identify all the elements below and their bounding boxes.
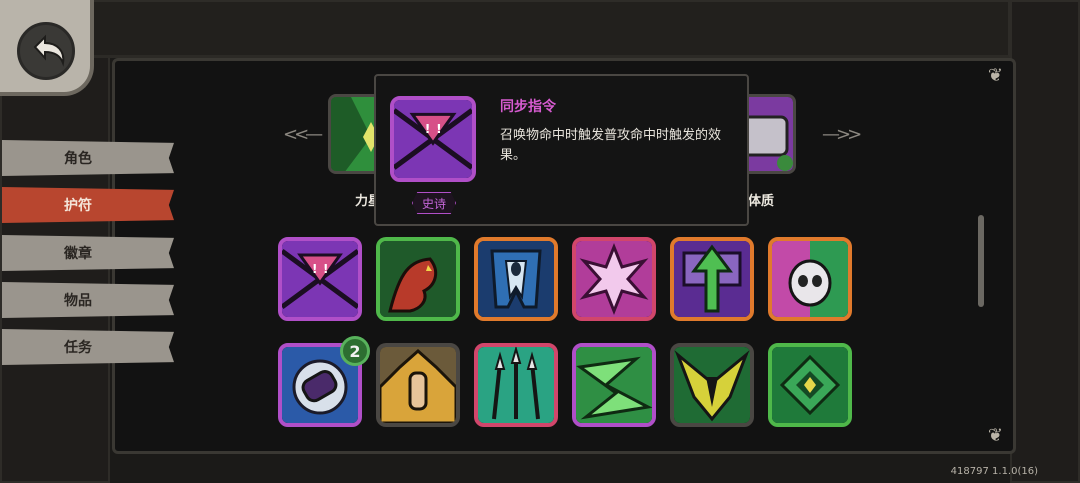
blue-tooth-charm[interactable] (474, 237, 558, 321)
background-right (1010, 0, 1080, 483)
sidebar-item-label: 徽章 (64, 246, 92, 262)
sync-command-charm[interactable]: !! (278, 237, 362, 321)
scrollbar[interactable] (978, 215, 984, 307)
corner-ornament-icon: ❦ (987, 425, 1003, 446)
diamond-charm[interactable] (768, 343, 852, 427)
top-row-label: 体质 (748, 194, 775, 209)
bullet-charm[interactable] (376, 343, 460, 427)
svg-text:!: ! (312, 262, 317, 276)
gold-dagger-charm[interactable] (670, 343, 754, 427)
green-lightning-charm[interactable] (572, 343, 656, 427)
red-beast-charm[interactable] (376, 237, 460, 321)
tooltip-description: 召唤物命中时触发普攻命中时触发的效果。 (500, 128, 722, 163)
scroll-left-arrow-icon[interactable]: <<— (283, 124, 323, 145)
sidebar-item-character[interactable]: 角色 (2, 140, 174, 176)
corner-ornament-icon: ❦ (987, 65, 1003, 86)
rarity-tag: 史诗 (412, 192, 456, 214)
spears-charm[interactable] (474, 343, 558, 427)
green-arrow-charm[interactable] (670, 237, 754, 321)
charm-tooltip: !! 同步指令 召唤物命中时触发普攻命中时触发的效果。 史诗 (374, 74, 749, 226)
sidebar-item-label: 护符 (64, 198, 92, 214)
sidebar-item-badge[interactable]: 徽章 (2, 235, 174, 271)
sidebar-item-label: 物品 (64, 293, 92, 309)
back-arrow-icon (17, 22, 75, 80)
sidebar-item-charm[interactable]: 护符 (2, 187, 174, 223)
sidebar-item-items[interactable]: 物品 (2, 282, 174, 318)
svg-text:!: ! (436, 122, 442, 136)
sidebar-item-quests[interactable]: 任务 (2, 329, 174, 365)
skull-charm[interactable] (768, 237, 852, 321)
svg-text:!: ! (425, 122, 431, 136)
sidebar-item-label: 任务 (64, 340, 92, 356)
scroll-right-arrow-icon[interactable]: —>> (822, 124, 862, 145)
tooltip-title: 同步指令 (500, 99, 556, 115)
version-text: 418797 1.1.0(16) (950, 466, 1038, 477)
back-button[interactable] (0, 0, 94, 96)
count-badge: 2 (340, 336, 370, 366)
background-top (90, 0, 1010, 58)
svg-text:!: ! (323, 262, 328, 276)
sidebar-item-label: 角色 (64, 151, 92, 167)
pink-burst-charm[interactable] (572, 237, 656, 321)
sync-command-icon: !! (390, 96, 476, 182)
